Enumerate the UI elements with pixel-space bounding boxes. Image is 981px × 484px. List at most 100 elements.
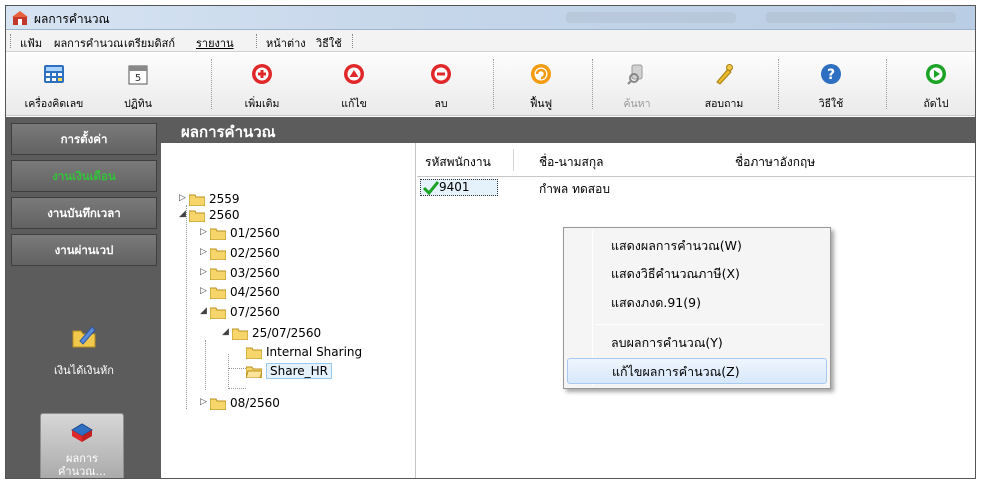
tree-label: 01/2560 [230, 226, 280, 240]
folder-pencil-icon [72, 326, 96, 348]
menu-item-delete-result[interactable]: ลบผลการคำนวณ(Y) [567, 330, 827, 356]
column-english-name[interactable]: ชื่อภาษาอังกฤษ [735, 153, 815, 172]
page-title: ผลการคำนวณ [181, 123, 276, 141]
toolbar-separator [778, 59, 779, 109]
folder-icon [189, 210, 205, 222]
expand-icon[interactable]: ▷ [200, 247, 210, 257]
app-window: ผลการคำนวณ แฟ้ม ผลการคำนวณ เตรียมดิสก์ ร… [5, 5, 976, 479]
expand-icon[interactable]: ▷ [200, 286, 210, 296]
nav-calc-result-label: ผลการ [66, 452, 98, 465]
search-button[interactable]: ค้นหา [602, 55, 672, 113]
tree-connector [228, 368, 246, 369]
search-icon [627, 64, 643, 85]
menu-grip [352, 34, 355, 48]
restore-label: ฟื้นฟู [529, 98, 553, 110]
period-tree: ▷ 2559 ◢ 2560 ▷ 01/2560 ▷ 02/2560 ▷ 03/2… [161, 143, 416, 478]
tree-connector [228, 354, 229, 389]
next-icon [926, 64, 946, 84]
tree-connector [205, 340, 206, 390]
menu-calc-result[interactable]: ผลการคำนวณ [54, 34, 123, 52]
edit-button[interactable]: แก้ไข [319, 55, 389, 113]
cell-name: กำพล ทดสอบ [539, 182, 610, 196]
query-label: สอบถาม [704, 98, 744, 110]
nav-income-deduction[interactable]: เงินได้เงินหัก [11, 323, 157, 379]
expand-icon[interactable]: ▷ [200, 397, 210, 407]
query-icon [716, 64, 733, 85]
nav-time-record[interactable]: งานบันทึกเวลา [11, 197, 157, 229]
calendar-label: ปฏิทิน [124, 98, 152, 110]
collapse-icon[interactable]: ◢ [222, 327, 232, 337]
menu-grip [10, 34, 13, 48]
svg-text:?: ? [827, 67, 835, 83]
calculator-button[interactable]: เครื่องคิดเลข [19, 55, 89, 113]
menu-item-edit-result[interactable]: แก้ไขผลการคำนวณ(Z) [567, 358, 827, 384]
nav-income-deduction-label: เงินได้เงินหัก [54, 364, 114, 377]
help-button[interactable]: ? วิธีใช้ [796, 55, 866, 113]
next-label: ถัดไป [923, 98, 949, 110]
query-button[interactable]: สอบถาม [689, 55, 759, 113]
nav-calc-result-label: คำนวณ... [58, 465, 106, 478]
nav-calc-result[interactable]: ผลการ คำนวณ... [40, 413, 124, 478]
menu-item-show-tax-method[interactable]: แสดงวิธีคำนวณภาษี(X) [567, 261, 827, 287]
restore-button[interactable]: ฟื้นฟู [506, 55, 576, 113]
menu-report[interactable]: รายงาน [196, 34, 234, 52]
expand-icon[interactable]: ▷ [179, 193, 189, 203]
folder-icon [210, 398, 226, 410]
menu-item-show-result[interactable]: แสดงผลการคำนวณ(W) [567, 233, 827, 259]
next-button[interactable]: ถัดไป [901, 55, 971, 113]
nav-payroll[interactable]: งานเงินเดือน [11, 160, 157, 192]
tree-label: 03/2560 [230, 266, 280, 280]
toolbar-separator [211, 59, 212, 109]
menu-bar: แฟ้ม ผลการคำนวณ เตรียมดิสก์ รายงาน หน้าต… [6, 30, 975, 52]
column-employee-id[interactable]: รหัสพนักงาน [425, 153, 491, 172]
edit-icon [344, 64, 364, 84]
add-icon [252, 64, 272, 84]
tree-connector [228, 388, 246, 389]
table-row[interactable]: 9401 กำพล ทดสอบ [417, 179, 975, 197]
calculator-label: เครื่องคิดเลข [24, 98, 84, 110]
delete-button[interactable]: ลบ [406, 55, 476, 113]
column-name[interactable]: ชื่อ-นามสกุล [539, 153, 603, 172]
toolbar-separator [886, 59, 887, 109]
folder-icon [210, 248, 226, 260]
calendar-icon: 5 [128, 65, 148, 85]
calendar-button[interactable]: 5 ปฏิทิน [103, 55, 173, 113]
menu-item-show-pnd91[interactable]: แสดงภงด.91(9) [567, 290, 827, 316]
tree-label: 04/2560 [230, 285, 280, 299]
folder-icon [210, 287, 226, 299]
toolbar: เครื่องคิดเลข 5 ปฏิทิน เพิ่มเติม แก้ไข ล… [6, 53, 975, 116]
delete-icon [431, 64, 451, 84]
calculator-icon [44, 65, 64, 83]
column-divider[interactable] [513, 149, 514, 171]
collapse-icon[interactable]: ◢ [179, 209, 189, 219]
tree-label: 02/2560 [230, 246, 280, 260]
add-button[interactable]: เพิ่มเติม [227, 55, 297, 113]
folder-icon [210, 307, 226, 319]
menu-window[interactable]: หน้าต่าง [266, 34, 306, 52]
title-bar[interactable]: ผลการคำนวณ [6, 6, 975, 30]
tree-label: 2559 [209, 192, 240, 206]
tree-label: Internal Sharing [266, 345, 363, 359]
expand-icon[interactable]: ▷ [200, 267, 210, 277]
list-header: รหัสพนักงาน ชื่อ-นามสกุล ชื่อภาษาอังกฤษ [417, 143, 975, 177]
folder-icon [232, 328, 248, 340]
tree-connector [186, 205, 187, 409]
folder-icon [210, 228, 226, 240]
blurred-title-text [766, 12, 956, 23]
nav-settings[interactable]: การตั้งค่า [11, 123, 157, 155]
menu-help[interactable]: วิธีใช้ [316, 34, 342, 52]
open-folder-icon [246, 366, 262, 378]
expand-icon[interactable]: ▷ [200, 227, 210, 237]
menu-separator [596, 324, 824, 325]
menu-file[interactable]: แฟ้ม [20, 34, 42, 52]
restore-icon [531, 64, 551, 84]
toolbar-separator [592, 59, 593, 109]
help-icon: ? [821, 64, 841, 84]
tree-label: 2560 [209, 208, 240, 222]
nav-web[interactable]: งานผ่านเวป [11, 234, 157, 266]
collapse-icon[interactable]: ◢ [200, 306, 210, 316]
app-icon [12, 11, 28, 25]
tree-label: 25/07/2560 [252, 326, 322, 340]
menu-prepare-disk[interactable]: เตรียมดิสก์ [124, 34, 175, 52]
cell-employee-id: 9401 [439, 180, 470, 194]
